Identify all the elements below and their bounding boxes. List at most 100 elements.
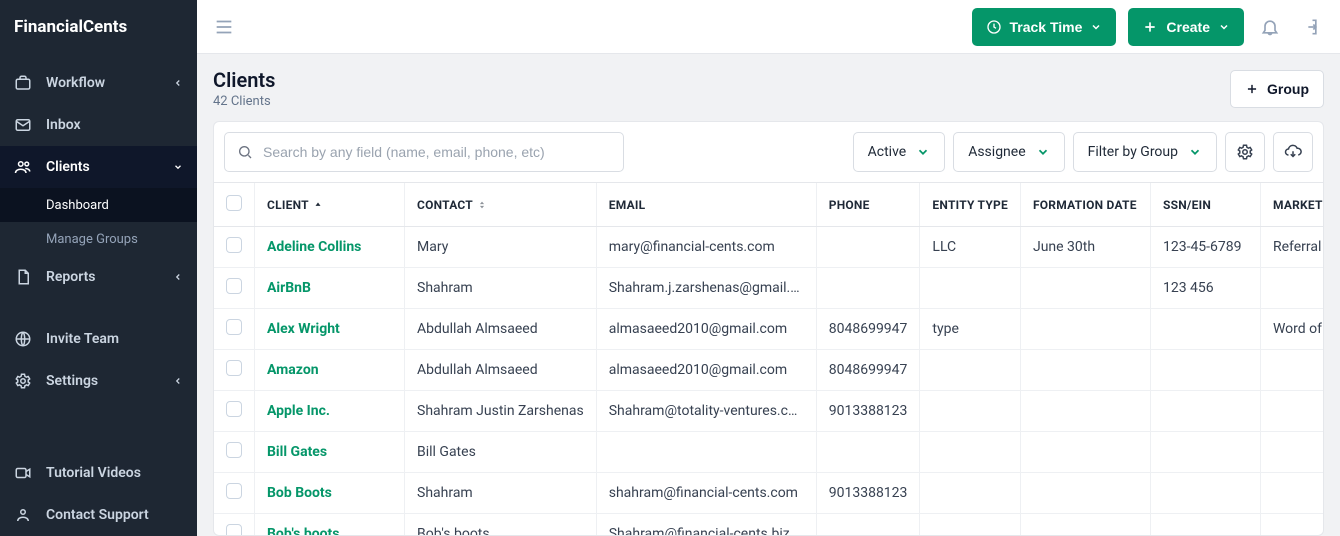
column-header-contact[interactable]: CONTACT: [405, 183, 597, 227]
filter-active[interactable]: Active: [853, 132, 946, 172]
cell-ssn: [1150, 391, 1260, 432]
row-checkbox[interactable]: [226, 360, 242, 376]
page-subtitle: 42 Clients: [213, 94, 275, 109]
cell-email: shahram@financial-cents.com: [596, 473, 816, 514]
chevron-down-icon: [1188, 145, 1202, 159]
column-header-formation-date[interactable]: FORMATION DATE: [1020, 183, 1150, 227]
filter-assignee[interactable]: Assignee: [953, 132, 1064, 172]
client-link[interactable]: Bill Gates: [267, 444, 327, 460]
globe-icon: [14, 330, 32, 348]
cell-entity: [920, 268, 1021, 309]
sidebar-item-clients[interactable]: Clients: [0, 146, 197, 188]
table-row[interactable]: Adeline CollinsMarymary@financial-cents.…: [214, 227, 1324, 268]
chevron-left-icon: [173, 78, 183, 88]
sidebar-item-label: Contact Support: [46, 507, 183, 523]
cell-entity: [920, 350, 1021, 391]
cell-contact: Bob's boots: [405, 514, 597, 536]
briefcase-icon: [14, 74, 32, 92]
row-checkbox[interactable]: [226, 401, 242, 417]
client-link[interactable]: Alex Wright: [267, 321, 340, 337]
client-link[interactable]: Amazon: [267, 362, 319, 378]
column-label: FORMATION DATE: [1033, 198, 1137, 212]
row-checkbox[interactable]: [226, 483, 242, 499]
table-row[interactable]: Alex WrightAbdullah Almsaeedalmasaeed201…: [214, 309, 1324, 350]
column-header-email[interactable]: EMAIL: [596, 183, 816, 227]
cell-formation: [1020, 350, 1150, 391]
document-icon: [14, 268, 32, 286]
chevron-down-icon: [1036, 145, 1050, 159]
clients-table[interactable]: CLIENT CONTACT EMAIL: [213, 182, 1324, 536]
cell-email: almasaeed2010@gmail.com: [596, 309, 816, 350]
cell-entity: [920, 391, 1021, 432]
sidebar-subitem-dashboard[interactable]: Dashboard: [0, 188, 197, 222]
client-link[interactable]: Bob Boots: [267, 485, 332, 501]
sidebar-item-tutorial-videos[interactable]: Tutorial Videos: [0, 452, 197, 494]
row-checkbox[interactable]: [226, 278, 242, 294]
filter-group[interactable]: Filter by Group: [1073, 132, 1217, 172]
cell-phone: [816, 432, 920, 473]
sidebar-item-invite-team[interactable]: Invite Team: [0, 318, 197, 360]
create-button[interactable]: Create: [1128, 8, 1244, 46]
column-header-phone[interactable]: PHONE: [816, 183, 920, 227]
sidebar-item-label: Workflow: [46, 75, 159, 91]
table-row[interactable]: AmazonAbdullah Almsaeedalmasaeed2010@gma…: [214, 350, 1324, 391]
cell-email: mary@financial-cents.com: [596, 227, 816, 268]
table-row[interactable]: Bill GatesBill Gates: [214, 432, 1324, 473]
notifications-button[interactable]: [1256, 13, 1284, 41]
brand-logo[interactable]: FinancialCents: [0, 0, 197, 54]
client-link[interactable]: Bob's boots: [267, 526, 339, 536]
cell-marketing: [1260, 268, 1324, 309]
sidebar-item-inbox[interactable]: Inbox: [0, 104, 197, 146]
client-link[interactable]: AirBnB: [267, 280, 311, 296]
table-row[interactable]: Apple Inc.Shahram Justin ZarshenasShahra…: [214, 391, 1324, 432]
select-all-checkbox[interactable]: [226, 195, 242, 211]
search-input[interactable]: [263, 144, 611, 160]
cell-entity: LLC: [920, 227, 1021, 268]
table-row[interactable]: Bob BootsShahramshahram@financial-cents.…: [214, 473, 1324, 514]
table-row[interactable]: AirBnBShahramShahram.j.zarshenas@gmail.c…: [214, 268, 1324, 309]
sidebar-item-label: Settings: [46, 373, 159, 389]
clock-icon: [986, 19, 1002, 35]
create-label: Create: [1166, 19, 1210, 35]
column-header-client[interactable]: CLIENT: [255, 183, 405, 227]
search-field[interactable]: [224, 132, 624, 172]
client-link[interactable]: Apple Inc.: [267, 403, 330, 419]
table-header-row: CLIENT CONTACT EMAIL: [214, 183, 1324, 227]
menu-toggle-button[interactable]: [213, 16, 235, 38]
column-header-entity-type[interactable]: ENTITY TYPE: [920, 183, 1021, 227]
sidebar-item-settings[interactable]: Settings: [0, 360, 197, 402]
export-button[interactable]: [1273, 132, 1313, 172]
sidebar-subitem-manage-groups[interactable]: Manage Groups: [0, 222, 197, 256]
sidebar-item-contact-support[interactable]: Contact Support: [0, 494, 197, 536]
cell-ssn: [1150, 514, 1260, 536]
sidebar-item-label: Clients: [46, 159, 159, 175]
row-checkbox[interactable]: [226, 319, 242, 335]
chevron-left-icon: [173, 272, 183, 282]
row-checkbox[interactable]: [226, 524, 242, 536]
track-time-label: Track Time: [1010, 19, 1083, 35]
topbar: Track Time Create: [197, 0, 1340, 54]
group-button[interactable]: Group: [1230, 70, 1324, 108]
column-header-marketing[interactable]: MARKETING S: [1260, 183, 1324, 227]
filter-active-label: Active: [868, 144, 907, 160]
cell-entity: [920, 432, 1021, 473]
chevron-down-icon: [173, 162, 183, 172]
cell-formation: June 30th: [1020, 227, 1150, 268]
row-checkbox[interactable]: [226, 237, 242, 253]
settings-columns-button[interactable]: [1225, 132, 1265, 172]
client-link[interactable]: Adeline Collins: [267, 239, 361, 255]
video-icon: [14, 464, 32, 482]
sidebar-item-reports[interactable]: Reports: [0, 256, 197, 298]
column-header-ssn-ein[interactable]: SSN/EIN: [1150, 183, 1260, 227]
sidebar-item-workflow[interactable]: Workflow: [0, 62, 197, 104]
filter-group-label: Filter by Group: [1088, 144, 1178, 160]
group-label: Group: [1267, 81, 1309, 97]
logout-button[interactable]: [1296, 13, 1324, 41]
cell-email: Shahram.j.zarshenas@gmail.c...: [596, 268, 816, 309]
sort-icon: [477, 199, 487, 211]
track-time-button[interactable]: Track Time: [972, 8, 1117, 46]
table-row[interactable]: Bob's bootsBob's bootsShahram@financial-…: [214, 514, 1324, 536]
row-checkbox[interactable]: [226, 442, 242, 458]
cell-marketing: [1260, 473, 1324, 514]
cell-ssn: 123-45-6789: [1150, 227, 1260, 268]
